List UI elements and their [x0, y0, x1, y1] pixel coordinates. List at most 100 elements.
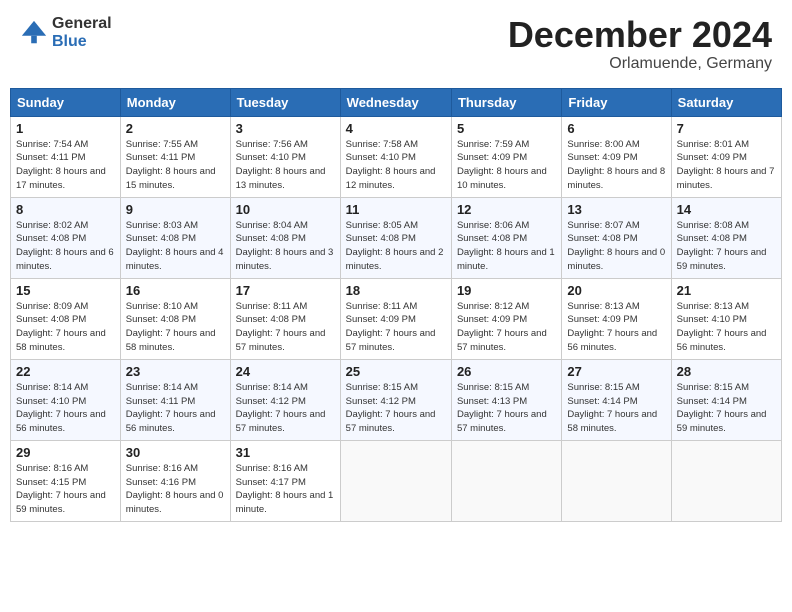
day-info: Sunrise: 8:15 AMSunset: 4:14 PMDaylight:… [677, 381, 776, 436]
page-header: General Blue December 2024 Orlamuende, G… [10, 10, 782, 78]
day-info: Sunrise: 8:08 AMSunset: 4:08 PMDaylight:… [677, 219, 776, 274]
day-info: Sunrise: 8:11 AMSunset: 4:08 PMDaylight:… [236, 300, 335, 355]
calendar-cell: 7 Sunrise: 8:01 AMSunset: 4:09 PMDaylight… [671, 116, 781, 197]
day-info: Sunrise: 7:55 AMSunset: 4:11 PMDaylight:… [126, 138, 225, 193]
calendar-cell: 26 Sunrise: 8:15 AMSunset: 4:13 PMDayligh… [451, 359, 561, 440]
day-number: 8 [16, 202, 115, 217]
month-title: December 2024 [508, 15, 772, 55]
calendar-cell: 18 Sunrise: 8:11 AMSunset: 4:09 PMDayligh… [340, 278, 451, 359]
calendar-cell: 17Sunrise: 8:11 AMSunset: 4:08 PMDayligh… [230, 278, 340, 359]
calendar-header-saturday: Saturday [671, 88, 781, 116]
day-number: 18 [346, 283, 446, 298]
calendar-cell: 24 Sunrise: 8:14 AMSunset: 4:12 PMDayligh… [230, 359, 340, 440]
day-info: Sunrise: 8:03 AMSunset: 4:08 PMDaylight:… [126, 219, 225, 274]
day-info: Sunrise: 8:16 AMSunset: 4:15 PMDaylight:… [16, 462, 115, 517]
day-info: Sunrise: 8:16 AMSunset: 4:17 PMDaylight:… [236, 462, 335, 517]
day-number: 30 [126, 445, 225, 460]
calendar-cell: 20 Sunrise: 8:13 AMSunset: 4:09 PMDayligh… [562, 278, 671, 359]
day-info: Sunrise: 8:14 AMSunset: 4:10 PMDaylight:… [16, 381, 115, 436]
day-info: Sunrise: 8:07 AMSunset: 4:08 PMDaylight:… [567, 219, 665, 274]
day-info: Sunrise: 8:04 AMSunset: 4:08 PMDaylight:… [236, 219, 335, 274]
day-number: 16 [126, 283, 225, 298]
day-number: 27 [567, 364, 665, 379]
title-area: December 2024 Orlamuende, Germany [508, 15, 772, 73]
day-info: Sunrise: 8:15 AMSunset: 4:12 PMDaylight:… [346, 381, 446, 436]
calendar-header-sunday: Sunday [11, 88, 121, 116]
day-number: 28 [677, 364, 776, 379]
logo-icon [20, 19, 48, 47]
calendar-cell: 29 Sunrise: 8:16 AMSunset: 4:15 PMDayligh… [11, 440, 121, 521]
day-number: 13 [567, 202, 665, 217]
day-number: 1 [16, 121, 115, 136]
calendar-cell: 28 Sunrise: 8:15 AMSunset: 4:14 PMDayligh… [671, 359, 781, 440]
day-info: Sunrise: 8:13 AMSunset: 4:10 PMDaylight:… [677, 300, 776, 355]
day-info: Sunrise: 8:15 AMSunset: 4:13 PMDaylight:… [457, 381, 556, 436]
day-number: 7 [677, 121, 776, 136]
calendar-cell: 31 Sunrise: 8:16 AMSunset: 4:17 PMDayligh… [230, 440, 340, 521]
day-number: 31 [236, 445, 335, 460]
day-info: Sunrise: 8:11 AMSunset: 4:09 PMDaylight:… [346, 300, 446, 355]
day-info: Sunrise: 8:12 AMSunset: 4:09 PMDaylight:… [457, 300, 556, 355]
day-number: 25 [346, 364, 446, 379]
logo-blue: Blue [52, 33, 112, 51]
day-info: Sunrise: 7:59 AMSunset: 4:09 PMDaylight:… [457, 138, 556, 193]
calendar-header-friday: Friday [562, 88, 671, 116]
calendar-week-row: 29 Sunrise: 8:16 AMSunset: 4:15 PMDayligh… [11, 440, 782, 521]
calendar-cell: 14 Sunrise: 8:08 AMSunset: 4:08 PMDayligh… [671, 197, 781, 278]
day-info: Sunrise: 8:06 AMSunset: 4:08 PMDaylight:… [457, 219, 556, 274]
calendar-cell: 25 Sunrise: 8:15 AMSunset: 4:12 PMDayligh… [340, 359, 451, 440]
location: Orlamuende, Germany [508, 55, 772, 73]
logo-text: General Blue [52, 15, 112, 50]
calendar-cell: 27Sunrise: 8:15 AMSunset: 4:14 PMDayligh… [562, 359, 671, 440]
calendar-cell: 16 Sunrise: 8:10 AMSunset: 4:08 PMDayligh… [120, 278, 230, 359]
logo-general: General [52, 15, 112, 33]
day-number: 29 [16, 445, 115, 460]
day-number: 19 [457, 283, 556, 298]
calendar-cell [562, 440, 671, 521]
day-info: Sunrise: 8:16 AMSunset: 4:16 PMDaylight:… [126, 462, 225, 517]
day-number: 14 [677, 202, 776, 217]
logo: General Blue [20, 15, 112, 50]
calendar-cell: 22Sunrise: 8:14 AMSunset: 4:10 PMDayligh… [11, 359, 121, 440]
day-number: 26 [457, 364, 556, 379]
calendar-cell [451, 440, 561, 521]
calendar-cell: 13 Sunrise: 8:07 AMSunset: 4:08 PMDayligh… [562, 197, 671, 278]
calendar-cell: 12 Sunrise: 8:06 AMSunset: 4:08 PMDayligh… [451, 197, 561, 278]
day-number: 21 [677, 283, 776, 298]
calendar-header-thursday: Thursday [451, 88, 561, 116]
calendar-cell: 30 Sunrise: 8:16 AMSunset: 4:16 PMDayligh… [120, 440, 230, 521]
calendar-cell: 6Sunrise: 8:00 AMSunset: 4:09 PMDaylight… [562, 116, 671, 197]
day-number: 4 [346, 121, 446, 136]
day-number: 10 [236, 202, 335, 217]
day-number: 2 [126, 121, 225, 136]
day-info: Sunrise: 8:14 AMSunset: 4:12 PMDaylight:… [236, 381, 335, 436]
calendar-cell: 15Sunrise: 8:09 AMSunset: 4:08 PMDayligh… [11, 278, 121, 359]
day-number: 11 [346, 202, 446, 217]
calendar-cell: 2 Sunrise: 7:55 AMSunset: 4:11 PMDaylight… [120, 116, 230, 197]
day-info: Sunrise: 8:01 AMSunset: 4:09 PMDaylight:… [677, 138, 776, 193]
day-number: 20 [567, 283, 665, 298]
day-info: Sunrise: 8:13 AMSunset: 4:09 PMDaylight:… [567, 300, 665, 355]
day-number: 15 [16, 283, 115, 298]
calendar-cell: 4 Sunrise: 7:58 AMSunset: 4:10 PMDaylight… [340, 116, 451, 197]
calendar-week-row: 1Sunrise: 7:54 AMSunset: 4:11 PMDaylight… [11, 116, 782, 197]
calendar-cell: 8Sunrise: 8:02 AMSunset: 4:08 PMDaylight… [11, 197, 121, 278]
calendar-cell [671, 440, 781, 521]
calendar-header-wednesday: Wednesday [340, 88, 451, 116]
calendar-cell: 1Sunrise: 7:54 AMSunset: 4:11 PMDaylight… [11, 116, 121, 197]
calendar-cell [340, 440, 451, 521]
day-number: 12 [457, 202, 556, 217]
calendar-cell: 11 Sunrise: 8:05 AMSunset: 4:08 PMDayligh… [340, 197, 451, 278]
calendar-header-tuesday: Tuesday [230, 88, 340, 116]
day-info: Sunrise: 8:05 AMSunset: 4:08 PMDaylight:… [346, 219, 446, 274]
calendar-header-monday: Monday [120, 88, 230, 116]
day-info: Sunrise: 7:58 AMSunset: 4:10 PMDaylight:… [346, 138, 446, 193]
calendar-cell: 10 Sunrise: 8:04 AMSunset: 4:08 PMDayligh… [230, 197, 340, 278]
day-number: 5 [457, 121, 556, 136]
calendar-cell: 9Sunrise: 8:03 AMSunset: 4:08 PMDaylight… [120, 197, 230, 278]
day-info: Sunrise: 8:10 AMSunset: 4:08 PMDaylight:… [126, 300, 225, 355]
calendar-cell: 3Sunrise: 7:56 AMSunset: 4:10 PMDaylight… [230, 116, 340, 197]
day-info: Sunrise: 8:00 AMSunset: 4:09 PMDaylight:… [567, 138, 665, 193]
day-number: 24 [236, 364, 335, 379]
day-info: Sunrise: 8:14 AMSunset: 4:11 PMDaylight:… [126, 381, 225, 436]
